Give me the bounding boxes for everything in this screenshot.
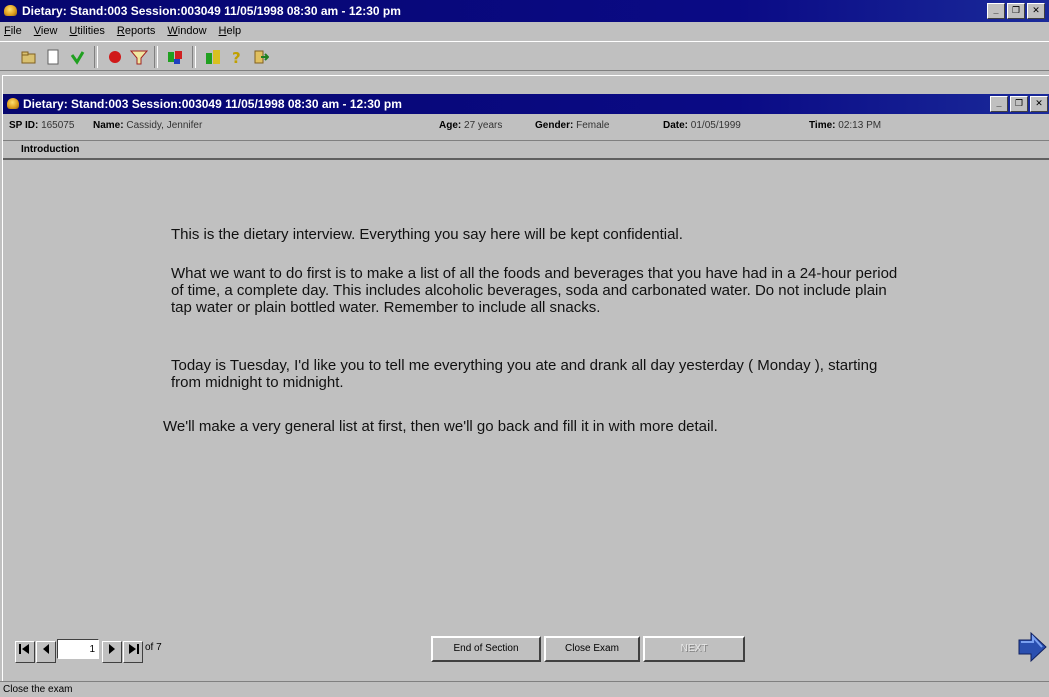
intro-paragraph-1: This is the dietary interview. Everythin… xyxy=(171,226,683,243)
menu-window[interactable]: Window xyxy=(167,22,206,40)
menubar: File View Utilities Reports Window Help xyxy=(0,22,1049,40)
filter-icon[interactable] xyxy=(128,47,150,67)
minimize-button[interactable]: _ xyxy=(987,3,1005,19)
save-icon[interactable] xyxy=(66,47,88,67)
open-icon[interactable] xyxy=(18,47,40,67)
toolbar: ? xyxy=(0,41,1049,71)
page-count-label: of 7 xyxy=(145,642,162,653)
dietary-child-window: Dietary: Stand:003 Session:003049 11/05/… xyxy=(2,75,1049,681)
next-page-button[interactable] xyxy=(102,641,122,663)
previous-page-button[interactable] xyxy=(36,641,56,663)
go-forward-arrow-icon[interactable] xyxy=(1015,630,1049,664)
child-titlebar: Dietary: Stand:003 Session:003049 11/05/… xyxy=(3,94,1049,114)
child-minimize-button[interactable]: _ xyxy=(990,96,1008,112)
help-icon[interactable]: ? xyxy=(226,47,248,67)
status-bar: Close the exam xyxy=(0,681,1049,696)
menu-file[interactable]: File xyxy=(4,22,22,40)
menu-reports[interactable]: Reports xyxy=(117,22,156,40)
participant-name: Name: Cassidy, Jennifer xyxy=(93,120,203,131)
child-title: Dietary: Stand:003 Session:003049 11/05/… xyxy=(23,97,402,111)
record-icon[interactable] xyxy=(104,47,126,67)
interview-time: Time: 02:13 PM xyxy=(809,120,882,131)
child-app-icon[interactable] xyxy=(7,98,19,109)
exit-icon[interactable] xyxy=(250,47,272,67)
first-page-button[interactable] xyxy=(15,641,35,663)
intro-paragraph-3: Today is Tuesday, I'd like you to tell m… xyxy=(171,357,878,391)
tools-icon[interactable] xyxy=(164,47,186,67)
app-titlebar: Dietary: Stand:003 Session:003049 11/05/… xyxy=(0,0,1049,22)
end-of-section-button[interactable]: End of Section xyxy=(431,636,541,662)
participant-info-bar: SP ID: 165075 Name: Cassidy, Jennifer Ag… xyxy=(3,117,1049,135)
menu-view[interactable]: View xyxy=(34,22,58,40)
child-close-button[interactable]: ✕ xyxy=(1030,96,1048,112)
chart-icon[interactable] xyxy=(202,47,224,67)
svg-text:?: ? xyxy=(232,49,241,65)
app-title: Dietary: Stand:003 Session:003049 11/05/… xyxy=(22,4,401,18)
child-maximize-button[interactable]: ❐ xyxy=(1010,96,1028,112)
page-number-input[interactable] xyxy=(57,639,99,659)
intro-content: This is the dietary interview. Everythin… xyxy=(3,162,1049,612)
last-page-button[interactable] xyxy=(123,641,143,663)
participant-gender: Gender: Female xyxy=(535,120,610,131)
close-button[interactable]: ✕ xyxy=(1027,3,1045,19)
menu-help[interactable]: Help xyxy=(219,22,242,40)
menu-utilities[interactable]: Utilities xyxy=(69,22,104,40)
app-icon[interactable] xyxy=(4,5,17,16)
intro-paragraph-4: We'll make a very general list at first,… xyxy=(163,418,718,435)
section-title: Introduction xyxy=(3,140,1049,160)
participant-age: Age: 27 years xyxy=(439,120,503,131)
sp-id: SP ID: 165075 xyxy=(9,120,75,131)
next-button[interactable]: NEXT xyxy=(643,636,745,662)
new-icon[interactable] xyxy=(42,47,64,67)
maximize-button[interactable]: ❐ xyxy=(1007,3,1025,19)
close-exam-button[interactable]: Close Exam xyxy=(544,636,640,662)
intro-paragraph-2: What we want to do first is to make a li… xyxy=(171,265,898,316)
interview-date: Date: 01/05/1999 xyxy=(663,120,741,131)
